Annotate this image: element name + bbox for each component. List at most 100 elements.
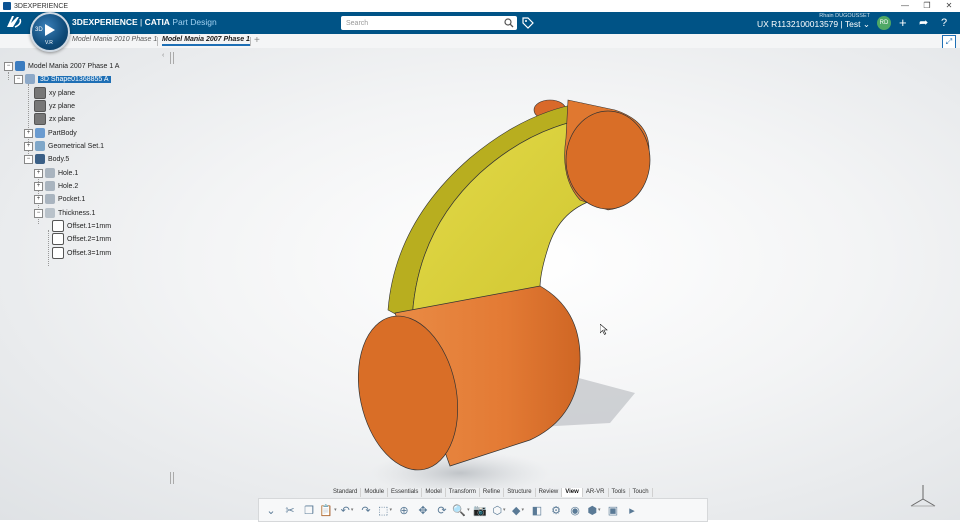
- chevron-down-icon: ⌄: [862, 19, 870, 29]
- render-style-icon[interactable]: ◆ ▾: [510, 502, 526, 518]
- offset-icon: [52, 233, 64, 245]
- play-icon: [45, 24, 55, 36]
- capture-icon[interactable]: 📷: [472, 502, 488, 518]
- section-tab-transform[interactable]: Transform: [445, 488, 480, 497]
- section-tab-touch[interactable]: Touch: [629, 488, 653, 497]
- mouse-cursor-icon: [600, 324, 608, 335]
- avatar[interactable]: RD: [877, 16, 891, 30]
- add-tab-icon[interactable]: +: [254, 35, 260, 46]
- tag-icon[interactable]: [522, 17, 534, 29]
- collapse-tree-icon[interactable]: ‹: [162, 52, 164, 59]
- help-icon[interactable]: ?: [941, 15, 947, 31]
- tree-item-geometrical-set[interactable]: + Geometrical Set.1: [24, 140, 104, 152]
- brand-title: 3DEXPERIENCE | CATIA Part Design: [72, 17, 217, 27]
- properties-icon[interactable]: ⚙: [548, 502, 564, 518]
- more-tools-icon[interactable]: ▸: [624, 502, 640, 518]
- body-icon: [35, 154, 45, 164]
- app-header: 3DEXPERIENCE | CATIA Part Design Search …: [0, 12, 960, 34]
- select-icon[interactable]: ⬚ ▾: [377, 502, 393, 518]
- paste-icon[interactable]: 📋 ▾: [319, 502, 336, 518]
- action-bar: ⌄ ✂ ❐ 📋 ▾ ↶ ▾ ↷ ⬚ ▾ ⊕ ✥ ⟳ 🔍 ▾ 📷 ⬡ ▾ ◆ ▾ ◧ ⚙ ◉ …: [258, 498, 708, 522]
- compass-widget[interactable]: 3D V.R: [30, 12, 70, 52]
- section-tab-standard[interactable]: Standard: [330, 488, 362, 497]
- section-tab-refine[interactable]: Refine: [479, 488, 505, 497]
- close-button[interactable]: ✕: [938, 0, 960, 12]
- tab-model-mania-2010[interactable]: Model Mania 2010 Phase 1: [72, 36, 157, 43]
- pan-icon[interactable]: ✥: [415, 502, 431, 518]
- hole-icon: [45, 168, 55, 178]
- collapse-icon: −: [14, 74, 23, 84]
- section-tab-ar-vr[interactable]: AR-VR: [582, 488, 609, 497]
- tree-item-xy-plane[interactable]: xy plane: [34, 87, 75, 99]
- action-bar-sections: Standard Module Essentials Model Transfo…: [330, 488, 653, 497]
- expand-icon: +: [24, 128, 33, 138]
- collapse-icon: −: [4, 61, 13, 71]
- tree-item-hole2[interactable]: + Hole.2: [34, 180, 78, 192]
- tree-item-body5[interactable]: − Body.5: [24, 153, 69, 165]
- shape-icon: [25, 74, 35, 84]
- expand-icon: +: [24, 141, 33, 151]
- splitter-handle[interactable]: [170, 472, 174, 484]
- section-tab-module[interactable]: Module: [361, 488, 389, 497]
- measure-icon[interactable]: ◉: [567, 502, 583, 518]
- plane-icon: [34, 87, 46, 99]
- redo-icon[interactable]: ↷: [358, 502, 374, 518]
- tree-item-thickness1[interactable]: − Thickness.1: [34, 207, 95, 219]
- user-info[interactable]: Rhain DUGOUSSET UX R1132100013579 | Test…: [757, 13, 870, 30]
- user-role[interactable]: UX R1132100013579 | Test ⌄: [757, 19, 870, 30]
- thickness-icon: [45, 208, 55, 218]
- pocket-icon: [45, 194, 55, 204]
- undo-icon[interactable]: ↶ ▾: [339, 502, 355, 518]
- zoom-icon[interactable]: 🔍 ▾: [452, 502, 469, 518]
- add-icon[interactable]: +: [899, 15, 907, 31]
- window-title: 3DEXPERIENCE: [14, 2, 69, 10]
- section-tab-model[interactable]: Model: [422, 488, 446, 497]
- minimize-button[interactable]: —: [894, 0, 916, 12]
- expand-icon: +: [34, 181, 43, 191]
- product-icon: [15, 61, 25, 71]
- tree-root[interactable]: − Model Mania 2007 Phase 1 A: [4, 60, 119, 72]
- tree-item-yz-plane[interactable]: yz plane: [34, 100, 75, 112]
- splitter-handle[interactable]: [170, 52, 174, 64]
- search-input[interactable]: Search: [341, 16, 517, 30]
- app-icon: [3, 2, 11, 10]
- part-model[interactable]: [0, 48, 960, 520]
- cut-icon[interactable]: ✂: [282, 502, 298, 518]
- section-tab-structure[interactable]: Structure: [504, 488, 536, 497]
- section-icon[interactable]: ⬢ ▾: [586, 502, 602, 518]
- tree-item-hole1[interactable]: + Hole.1: [34, 167, 78, 179]
- offset-icon: [52, 220, 64, 232]
- body-icon: [35, 128, 45, 138]
- expand-icon[interactable]: ⤢: [942, 35, 956, 49]
- restore-button[interactable]: ❐: [916, 0, 938, 12]
- tree-shape[interactable]: − 3D Shape01368855 A: [14, 73, 111, 85]
- tree-item-partbody[interactable]: + PartBody: [24, 127, 77, 139]
- zoom-area-icon[interactable]: ⊕: [396, 502, 412, 518]
- axis-triad-icon[interactable]: [908, 483, 938, 511]
- tab-model-mania-2007[interactable]: Model Mania 2007 Phase 1: [162, 36, 250, 46]
- tree-item-pocket1[interactable]: + Pocket.1: [34, 193, 85, 205]
- hide-show-icon[interactable]: ◧: [529, 502, 545, 518]
- view-mode-icon[interactable]: ⬡ ▾: [491, 502, 507, 518]
- section-tab-review[interactable]: Review: [535, 488, 563, 497]
- tree-item-offset3[interactable]: Offset.3=1mm: [52, 247, 111, 259]
- share-icon[interactable]: ➦: [919, 15, 928, 31]
- search-icon[interactable]: [504, 18, 514, 28]
- tree-item-zx-plane[interactable]: zx plane: [34, 113, 75, 125]
- plane-icon: [34, 100, 46, 112]
- tree-item-offset2[interactable]: Offset.2=1mm: [52, 233, 111, 245]
- 3d-viewport[interactable]: − Model Mania 2007 Phase 1 A − 3D Shape0…: [0, 48, 960, 520]
- multi-view-icon[interactable]: ▣: [605, 502, 621, 518]
- tree-item-offset1[interactable]: Offset.1=1mm: [52, 220, 111, 232]
- rotate-icon[interactable]: ⟳: [434, 502, 450, 518]
- collapse-icon: −: [34, 208, 43, 218]
- search-placeholder: Search: [346, 19, 369, 27]
- action-bar-menu-icon[interactable]: ⌄: [263, 502, 279, 518]
- section-tab-tools[interactable]: Tools: [608, 488, 630, 497]
- ds-logo-icon[interactable]: [4, 14, 24, 33]
- copy-icon[interactable]: ❐: [301, 502, 317, 518]
- offset-icon: [52, 247, 64, 259]
- section-tab-essentials[interactable]: Essentials: [388, 488, 423, 497]
- expand-icon: +: [34, 168, 43, 178]
- section-tab-view[interactable]: View: [562, 488, 583, 497]
